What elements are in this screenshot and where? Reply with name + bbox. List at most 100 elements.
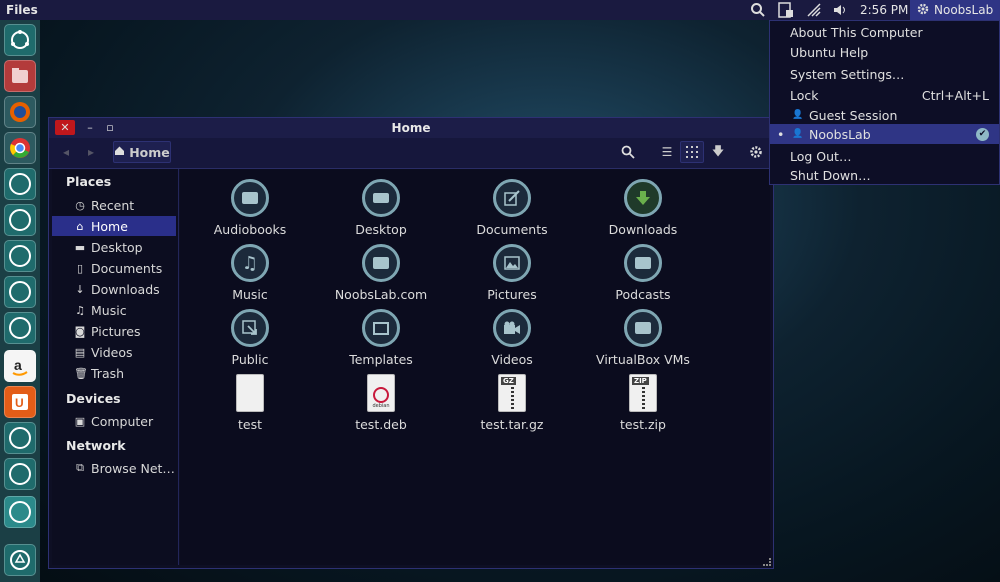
public-folder-icon [231,309,269,347]
sidebar-item-videos[interactable]: ▤ Videos [52,342,176,362]
search-indicator-icon[interactable] [750,2,766,18]
file-item-public[interactable]: Public [190,309,310,367]
app-icon [9,209,31,231]
launcher-app-6[interactable] [4,204,36,236]
sidebar-item-home[interactable]: ⌂ Home [52,216,176,236]
camera-icon: ◙ [74,324,86,338]
film-icon: ▤ [74,345,86,359]
file-item-videos[interactable]: Videos [452,309,572,367]
session-menu: About This Computer Ubuntu Help System S… [769,20,1000,185]
clock[interactable]: 2:56 PM [860,2,908,18]
archive-zip-icon: ZIP [629,374,657,412]
clipboard-indicator-icon[interactable] [777,2,795,18]
launcher-chrome[interactable] [4,132,36,164]
folder-icon [624,244,662,282]
view-options-button[interactable]: 🡇 [706,141,730,163]
menu-item-ubuntu-help[interactable]: Ubuntu Help [770,42,999,62]
forward-button[interactable]: ▸ [79,141,103,163]
file-item-documents[interactable]: Documents [452,179,572,237]
archive-gz-icon: GZ [498,374,526,412]
toolbar: ◂ ▸ Home ☰ 🡇 [49,138,773,169]
music-icon: ♫ [75,303,85,317]
chrome-icon [10,138,30,158]
volume-indicator-icon[interactable] [832,2,848,18]
launcher-firefox[interactable] [4,96,36,128]
file-item-test[interactable]: test [190,374,310,432]
user-indicator[interactable]: NoobsLab [910,0,1000,20]
network-icon: ⧉ [76,461,84,474]
menu-item-about-computer[interactable]: About This Computer [770,22,999,42]
svg-text:U: U [15,396,24,410]
menu-item-guest-session[interactable]: 👤 Guest Session [770,105,999,125]
sidebar-item-browse-network[interactable]: ⧉ Browse Net… [52,458,176,478]
resize-grip-icon[interactable] [763,558,771,566]
launcher-files[interactable] [4,60,36,92]
settings-menu-button[interactable] [743,141,769,163]
sidebar-item-documents[interactable]: ▯ Documents [52,258,176,278]
launcher-app-5[interactable] [4,168,36,200]
launcher-app-14[interactable] [4,496,36,528]
launcher-app-8[interactable] [4,276,36,308]
ubuntu-one-icon: U [12,394,28,410]
launcher-trash[interactable] [4,544,36,576]
recycle-icon [10,550,30,570]
menu-item-system-settings[interactable]: System Settings… [770,64,999,84]
launcher-ubuntu-one[interactable]: U [4,386,36,418]
launcher-app-7[interactable] [4,240,36,272]
file-item-music[interactable]: ♫ Music [190,244,310,302]
file-item-test-zip[interactable]: ZIP test.zip [583,374,703,432]
menu-item-shut-down[interactable]: Shut Down… [770,165,999,185]
file-item-test-deb[interactable]: debian test.deb [321,374,441,432]
debian-package-icon: debian [367,374,395,412]
firefox-icon [10,102,30,122]
sidebar-item-trash[interactable]: 🗑 Trash [52,363,176,383]
documents-folder-icon [493,179,531,217]
title-bar[interactable]: ✕ – ▫ Home [49,118,773,138]
list-view-button[interactable]: ☰ [655,141,679,163]
launcher-amazon[interactable]: a [4,350,36,382]
back-button[interactable]: ◂ [54,141,78,163]
file-item-templates[interactable]: Templates [321,309,441,367]
menu-item-log-out[interactable]: Log Out… [770,146,999,166]
sidebar-item-pictures[interactable]: ◙ Pictures [52,321,176,341]
file-item-pictures[interactable]: Pictures [452,244,572,302]
file-item-noobslab[interactable]: NoobsLab.com [321,244,441,302]
sidebar-item-desktop[interactable]: ▬ Desktop [52,237,176,257]
grid-icon [686,146,698,158]
files-icon [12,68,28,83]
file-item-virtualbox-vms[interactable]: VirtualBox VMs [583,309,703,367]
network-indicator-icon[interactable] [806,2,822,18]
menu-item-lock[interactable]: Lock Ctrl+Alt+L [770,85,999,105]
file-item-desktop[interactable]: Desktop [321,179,441,237]
file-item-audiobooks[interactable]: Audiobooks [190,179,310,237]
folder-icon [362,244,400,282]
sidebar-item-music[interactable]: ♫ Music [52,300,176,320]
top-panel: Files 2:56 PM NoobsLab [0,0,1000,20]
app-icon [9,245,31,267]
window-title: Home [391,121,431,135]
launcher-app-9[interactable] [4,312,36,344]
sidebar-item-downloads[interactable]: ↓ Downloads [52,279,176,299]
home-icon [114,145,125,159]
file-item-downloads[interactable]: Downloads [583,179,703,237]
launcher-dash-home[interactable] [4,24,36,56]
sidebar: Places ◷ Recent ⌂ Home ▬ Desktop ▯ Documents… [52,169,179,565]
sidebar-item-recent[interactable]: ◷ Recent [52,195,176,215]
svg-text:a: a [14,357,22,373]
menu-item-user-noobslab[interactable]: • 👤 NoobsLab ✔ [770,124,999,144]
search-icon [621,145,635,159]
active-app-title: Files [6,3,38,17]
app-icon [9,317,31,339]
file-item-test-tar-gz[interactable]: GZ test.tar.gz [452,374,572,432]
file-item-podcasts[interactable]: Podcasts [583,244,703,302]
folder-icon: ▬ [74,240,86,254]
arrow-down-icon: 🡇 [711,143,725,158]
grid-view-button[interactable] [680,141,704,163]
app-icon [9,427,31,449]
location-home-button[interactable]: Home [113,141,171,163]
sidebar-item-computer[interactable]: ▣ Computer [52,411,176,431]
templates-folder-icon [362,309,400,347]
search-button[interactable] [615,141,641,163]
launcher-app-13[interactable] [4,458,36,490]
launcher-app-12[interactable] [4,422,36,454]
